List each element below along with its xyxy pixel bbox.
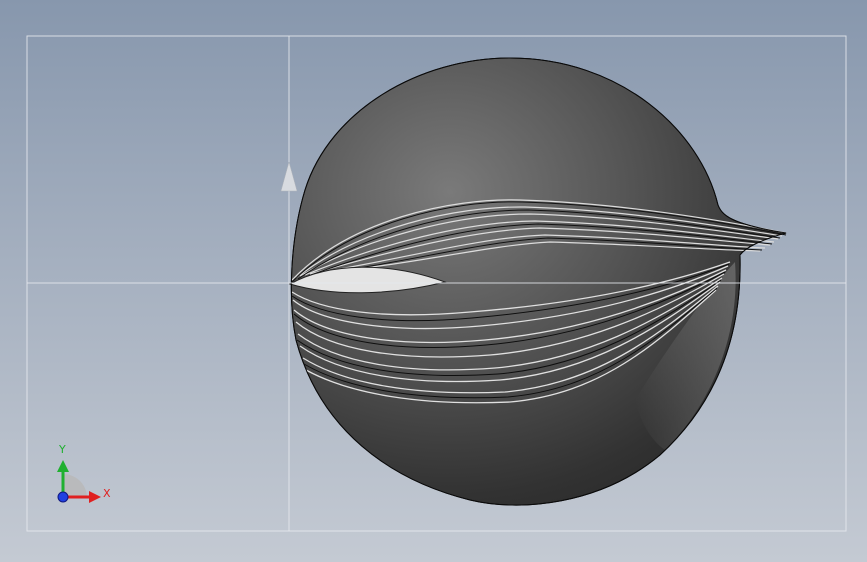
triad-x-label: X (103, 487, 111, 500)
graphics-viewport[interactable]: X Y (0, 0, 867, 562)
triad-y-label: Y (59, 443, 66, 456)
model-canvas[interactable] (0, 0, 867, 562)
up-arrow-icon[interactable] (280, 161, 298, 192)
triad-x-arrowhead-icon (89, 491, 101, 503)
reference-triad (57, 460, 101, 503)
model-body[interactable] (288, 57, 787, 506)
triad-z-axis-icon (57, 491, 69, 503)
triad-y-arrowhead-icon (57, 460, 69, 472)
